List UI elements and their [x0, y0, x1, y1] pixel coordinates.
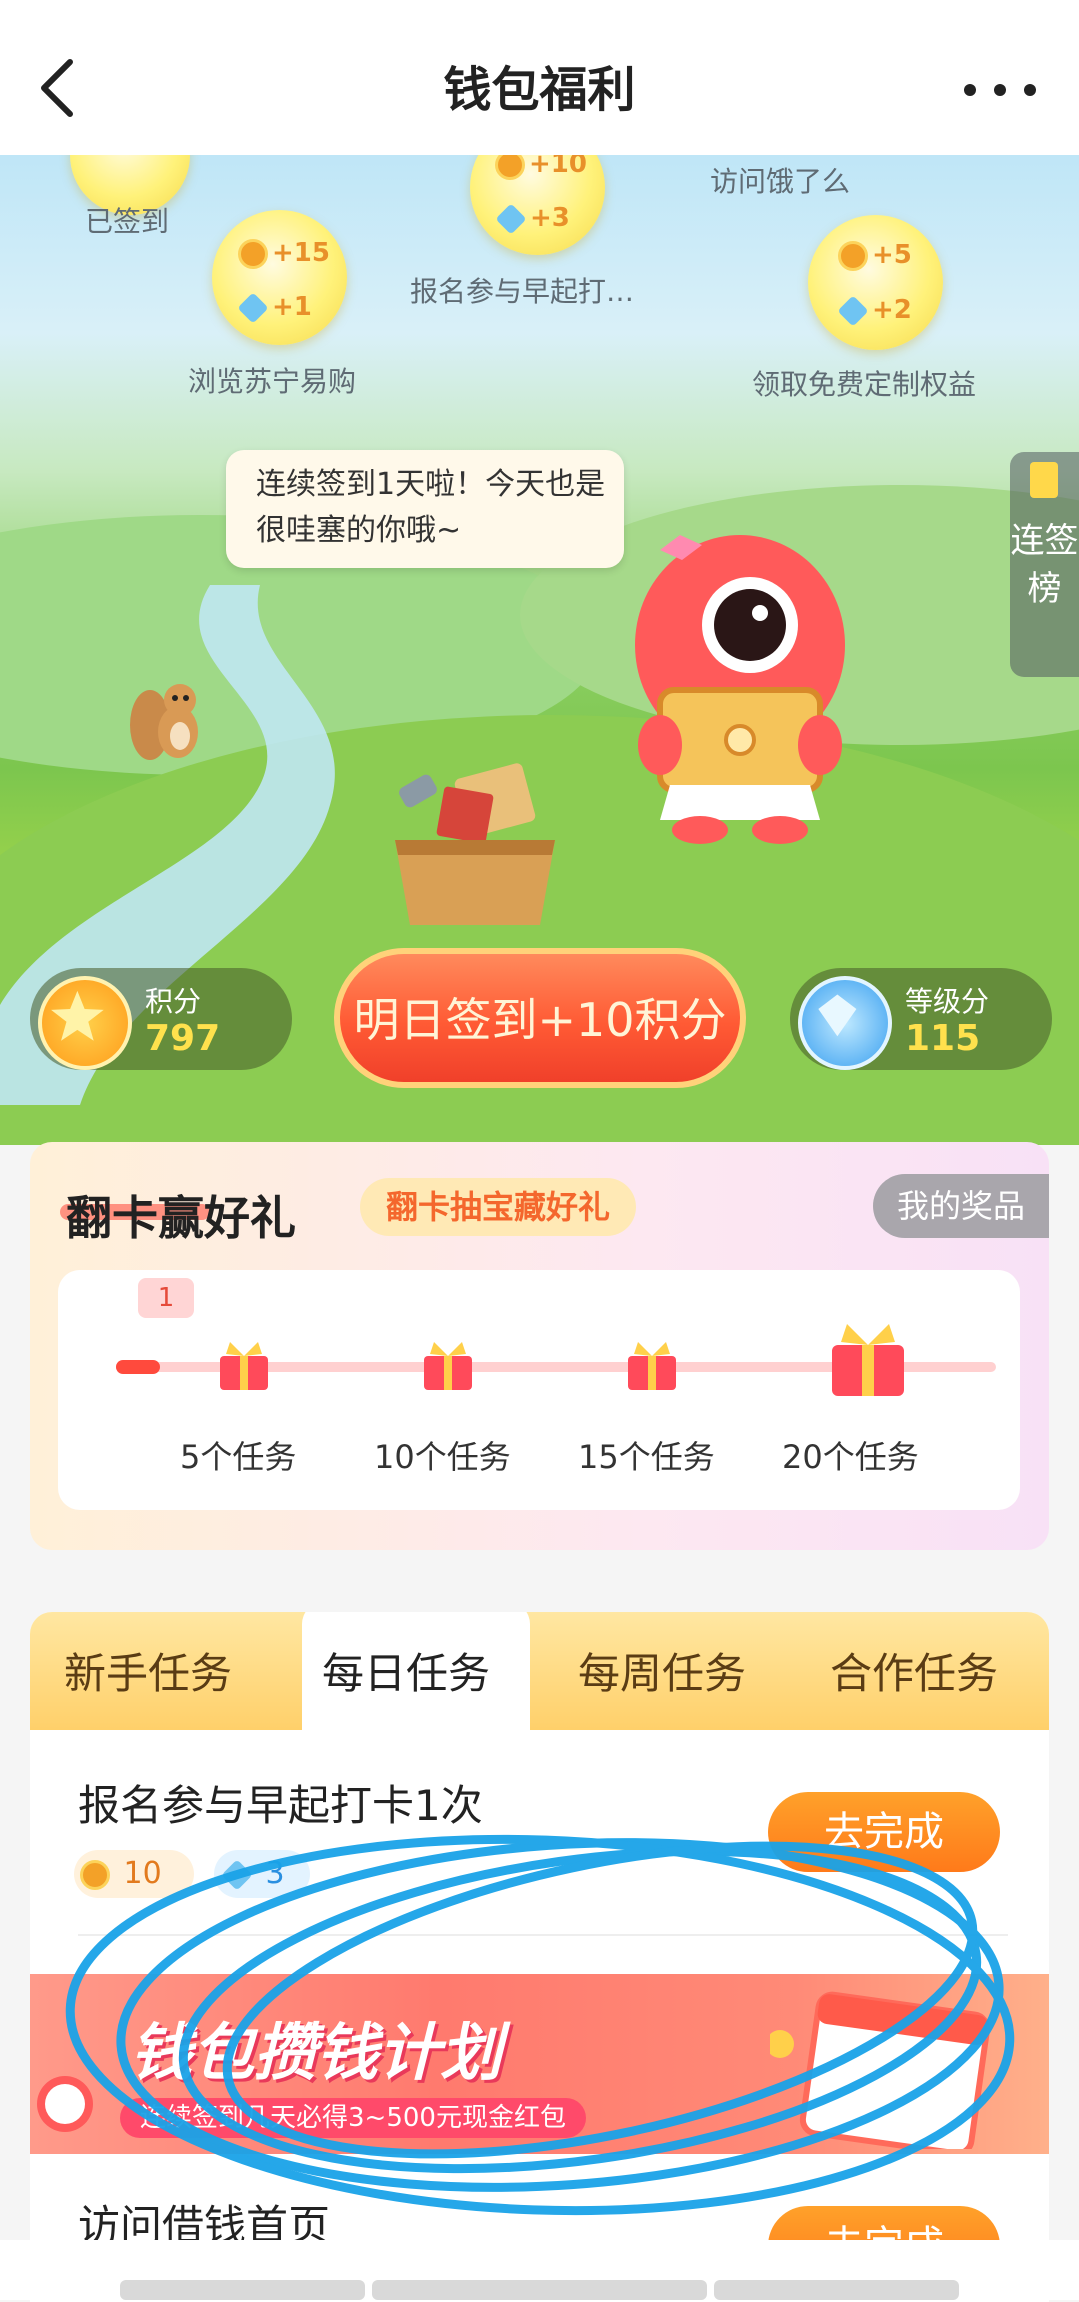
points-label: 积分 — [145, 985, 202, 1018]
card-tag: 翻卡抽宝藏好礼 — [360, 1178, 637, 1236]
task-panel: 新手任务 每日任务 每周任务 合作任务 报名参与早起打卡1次 10 3 去完成 … — [30, 1612, 1049, 2302]
pencil-icon — [1030, 462, 1058, 498]
gift-icon[interactable] — [420, 1340, 476, 1392]
bubble-level-value: +1 — [272, 292, 312, 322]
bottom-segment — [714, 2280, 959, 2300]
card-title: 翻卡赢好礼 — [66, 1191, 296, 1245]
banner-title: 钱包攒钱计划 — [130, 2016, 503, 2089]
hero-scene: 已签到 +10 +3 报名参与早起打… 访问饿了么 +15 +1 浏览苏宁易购 … — [0, 155, 1079, 1145]
level-reward-badge: 3 — [214, 1850, 310, 1898]
task-bubble-suning[interactable] — [212, 210, 347, 345]
bubble-points: +10 — [495, 155, 587, 180]
bubble-label: 访问饿了么 — [710, 165, 851, 198]
points-value: 797 — [145, 1018, 221, 1059]
bottom-bar — [0, 2240, 1079, 2300]
level-value: 115 — [905, 1018, 981, 1059]
milestone-label: 5个任务 — [180, 1438, 297, 1476]
bubble-level: +2 — [837, 294, 912, 327]
milestone-progress: 1 5个任务 10个任务 15个任务 20个任务 — [58, 1270, 1020, 1510]
bubble-points-value: +15 — [272, 238, 330, 268]
rank-list-tab[interactable]: 连签榜 — [1010, 452, 1079, 677]
points-reward-value: 10 — [123, 1856, 162, 1891]
divider — [78, 1934, 1008, 1936]
squirrel-icon — [130, 684, 198, 760]
bottom-segment — [120, 2280, 365, 2300]
big-gift-icon[interactable] — [826, 1320, 910, 1400]
bubble-level-value: +2 — [872, 295, 912, 325]
star-icon — [51, 990, 104, 1041]
more-options-icon[interactable] — [960, 70, 1040, 110]
tab-partner[interactable]: 合作任务 — [830, 1640, 998, 1701]
task-count-badge: 1 — [138, 1278, 194, 1318]
tab-weekly[interactable]: 每周任务 — [578, 1640, 746, 1701]
points-coin-icon — [838, 240, 868, 271]
level-pill[interactable]: 等级分 115 — [790, 968, 1052, 1070]
bottom-segment — [372, 2280, 707, 2300]
bubble-label: 已签到 — [85, 205, 170, 238]
signin-button-label: 明日签到+10积分 — [353, 993, 727, 1047]
speech-bubble: 连续签到1天啦！今天也是很哇塞的你哦~ — [226, 450, 624, 568]
page-title: 钱包福利 — [443, 62, 636, 118]
bubble-level: +1 — [237, 291, 312, 324]
level-gem-icon — [221, 1858, 253, 1891]
bubble-level-value: +3 — [530, 203, 570, 233]
bubble-label: 报名参与早起打… — [410, 275, 635, 308]
gift-icon[interactable] — [216, 1340, 272, 1392]
speech-text: 连续签到1天啦！今天也是很哇塞的你哦~ — [256, 467, 606, 548]
savings-plan-banner[interactable]: 钱包攒钱计划 连续签到几天必得3~500元现金红包 — [30, 1974, 1049, 2154]
points-coin-icon — [495, 155, 525, 180]
go-complete-button[interactable]: 去完成 — [768, 1792, 1000, 1872]
bubble-level: +3 — [495, 202, 570, 235]
calendar-icon — [770, 1991, 991, 2149]
milestone-label: 10个任务 — [374, 1438, 511, 1476]
level-gem-icon — [837, 294, 869, 327]
bubble-points: +5 — [838, 240, 912, 271]
points-pill[interactable]: 积分 797 — [30, 968, 292, 1070]
level-gem-icon — [495, 202, 527, 235]
banner-subtitle: 连续签到几天必得3~500元现金红包 — [120, 2098, 586, 2138]
diamond-icon — [798, 976, 892, 1070]
bubble-label: 领取免费定制权益 — [752, 368, 977, 401]
points-reward-badge: 10 — [74, 1850, 194, 1898]
mascot-character-icon — [635, 535, 845, 844]
milestone-label: 15个任务 — [578, 1438, 715, 1476]
milestone-label: 20个任务 — [782, 1438, 919, 1476]
points-coin-icon — [238, 238, 268, 269]
picnic-basket-icon — [395, 763, 555, 925]
star-coin-icon — [38, 976, 132, 1070]
task-title: 报名参与早起打卡1次 — [78, 1781, 483, 1830]
level-reward-value: 3 — [265, 1856, 285, 1891]
diamond-shape-icon — [818, 994, 857, 1037]
progress-fill — [116, 1360, 160, 1374]
task-tab-bar: 新手任务 每日任务 每周任务 合作任务 — [30, 1612, 1049, 1732]
task-bubble-custom[interactable] — [808, 215, 943, 350]
points-coin-icon — [80, 1859, 110, 1890]
signin-tomorrow-button[interactable]: 明日签到+10积分 — [334, 948, 746, 1088]
tab-newbie[interactable]: 新手任务 — [64, 1640, 232, 1701]
header-bar: 钱包福利 — [0, 0, 1079, 155]
bubble-points: +15 — [238, 238, 330, 269]
tab-daily[interactable]: 每日任务 — [322, 1640, 490, 1701]
alarm-clock-icon — [37, 2076, 93, 2132]
gift-icon[interactable] — [624, 1340, 680, 1392]
rank-list-label: 连签榜 — [1010, 521, 1079, 609]
bubble-label: 浏览苏宁易购 — [188, 365, 357, 398]
bubble-points-value: +5 — [872, 240, 912, 270]
my-prize-button[interactable]: 我的奖品 — [873, 1174, 1049, 1238]
level-label: 等级分 — [905, 985, 990, 1018]
flip-card-section: 翻卡赢好礼 翻卡抽宝藏好礼 我的奖品 1 5个任务 10个任务 15个任务 20… — [30, 1142, 1049, 1550]
level-gem-icon — [237, 291, 269, 324]
bubble-points-value: +10 — [529, 155, 587, 179]
